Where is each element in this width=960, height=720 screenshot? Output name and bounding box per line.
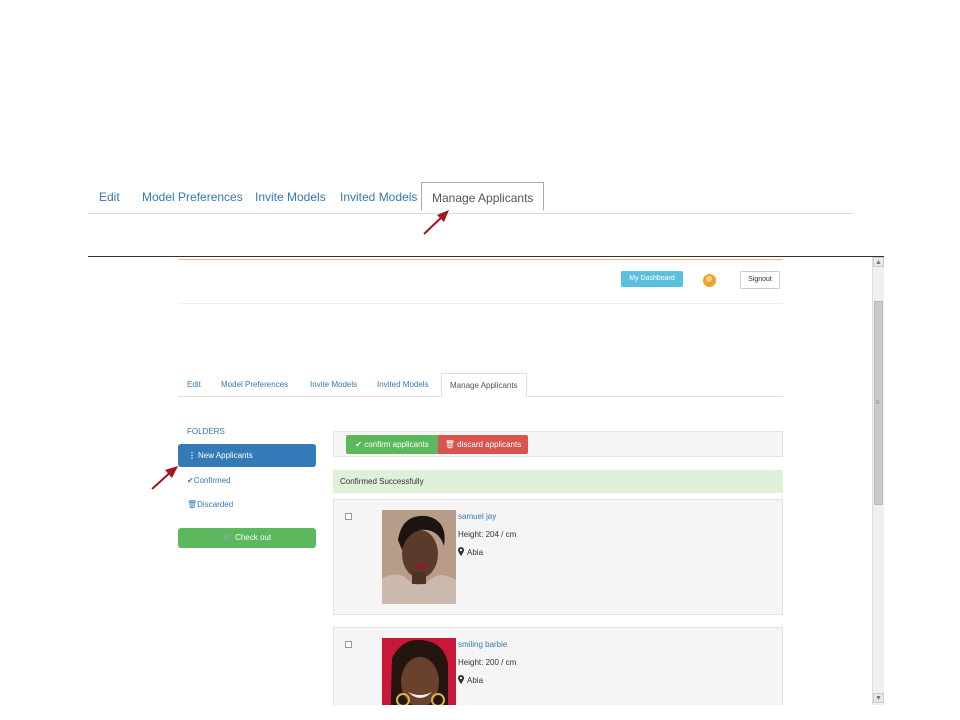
applicant-photo — [382, 638, 456, 705]
tab-invite-models[interactable]: Invite Models — [255, 182, 326, 212]
tab-model-preferences[interactable]: Model Preferences — [142, 182, 243, 212]
applicant-card: smiling barbie Height: 200 / cm Abia — [333, 627, 783, 705]
location-text: Abia — [467, 676, 484, 685]
folder-confirmed[interactable]: ✔Confirmed — [187, 476, 231, 485]
tab-manage-applicants[interactable]: Manage Applicants — [441, 373, 527, 397]
scroll-down-icon[interactable]: ▼ — [873, 693, 884, 703]
select-checkbox[interactable] — [345, 641, 352, 648]
map-marker-icon — [458, 675, 464, 684]
applicant-name[interactable]: samuel jay — [458, 512, 496, 521]
select-checkbox[interactable] — [345, 513, 352, 520]
tab-invite-models[interactable]: Invite Models — [310, 373, 357, 396]
my-dashboard-button[interactable]: My Dashboard — [621, 271, 683, 287]
check-icon: ✔ — [187, 476, 194, 485]
discard-applicants-button[interactable]: 🗑 discard applicants — [438, 435, 528, 454]
bulk-actions-bar: ✔ confirm applicants 🗑 discard applicant… — [333, 431, 783, 457]
trash-icon: 🗑 — [444, 440, 455, 449]
tab-edit[interactable]: Edit — [187, 373, 201, 396]
map-marker-icon — [458, 547, 464, 556]
trash-icon: 🗑 — [187, 500, 198, 509]
checkout-label: Check out — [235, 533, 272, 542]
confirm-label: confirm applicants — [364, 440, 429, 449]
zoomed-tab-bar: Edit Model Preferences Invite Models Inv… — [88, 182, 854, 214]
tab-model-preferences[interactable]: Model Preferences — [221, 373, 288, 396]
success-alert: Confirmed Successfully — [333, 470, 783, 493]
embedded-screenshot: My Dashboard Signout Edit Model Preferen… — [88, 257, 872, 705]
tab-bar: Edit Model Preferences Invite Models Inv… — [178, 373, 783, 397]
check-icon: ✔ — [355, 440, 362, 449]
folder-label: New Applicants — [198, 451, 253, 460]
signout-button[interactable]: Signout — [740, 271, 780, 289]
applicant-location: Abia — [458, 675, 483, 685]
globe-icon[interactable] — [703, 274, 716, 287]
tab-invited-models[interactable]: Invited Models — [377, 373, 429, 396]
tab-invited-models[interactable]: Invited Models — [340, 182, 417, 212]
discard-label: discard applicants — [457, 440, 522, 449]
folder-label: Confirmed — [193, 476, 231, 485]
site-header: My Dashboard Signout — [178, 257, 783, 304]
location-text: Abia — [467, 548, 484, 557]
folder-discarded[interactable]: 🗑Discarded — [187, 500, 233, 509]
applicant-location: Abia — [458, 547, 483, 557]
folder-new-applicants[interactable]: ⋮ New Applicants — [178, 444, 316, 467]
applicant-height: Height: 204 / cm — [458, 530, 517, 539]
tab-edit[interactable]: Edit — [99, 182, 120, 212]
vertical-scrollbar[interactable]: ▲ ≡ ▼ — [872, 257, 884, 705]
folder-label: Discarded — [197, 500, 234, 509]
grip-icon: ≡ — [875, 400, 880, 406]
checkout-button[interactable]: 🛒 Check out — [178, 528, 316, 548]
confirm-applicants-button[interactable]: ✔ confirm applicants — [346, 435, 438, 454]
annotation-arrow-tab — [423, 210, 449, 235]
applicant-name[interactable]: smiling barbie — [458, 640, 507, 649]
scroll-up-icon[interactable]: ▲ — [873, 257, 884, 267]
folders-heading: FOLDERS — [187, 427, 225, 436]
vertical-dots-icon: ⋮ — [188, 451, 196, 460]
applicant-photo — [382, 510, 456, 604]
cart-icon: 🛒 — [222, 533, 233, 542]
annotation-arrow-folder — [151, 466, 178, 490]
applicant-height: Height: 200 / cm — [458, 658, 517, 667]
applicant-card: samuel jay Height: 204 / cm Abia — [333, 499, 783, 615]
